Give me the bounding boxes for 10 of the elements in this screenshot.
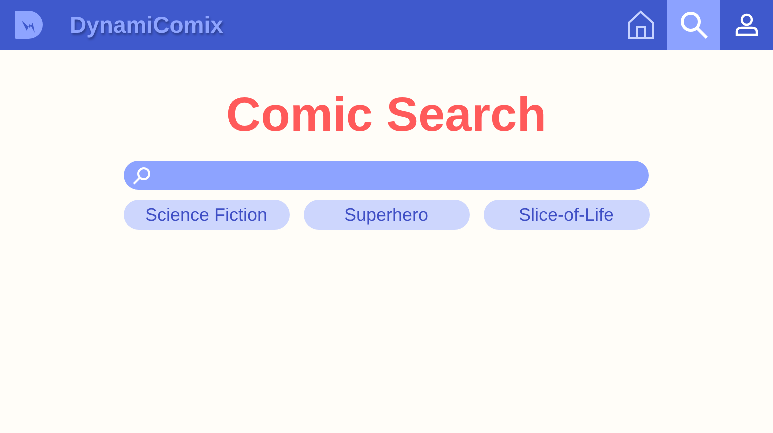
- genre-tag[interactable]: Superhero: [304, 200, 470, 230]
- search-icon: [678, 10, 708, 40]
- genre-tag[interactable]: Slice-of-Life: [484, 200, 650, 230]
- search-icon: [132, 166, 152, 186]
- user-icon: [734, 13, 758, 37]
- home-icon: [626, 10, 654, 40]
- page-heading: Comic Search: [226, 88, 547, 144]
- search-field[interactable]: [124, 161, 649, 190]
- app-title: DynamiComix: [70, 10, 224, 40]
- genre-tag[interactable]: Science Fiction: [124, 200, 290, 230]
